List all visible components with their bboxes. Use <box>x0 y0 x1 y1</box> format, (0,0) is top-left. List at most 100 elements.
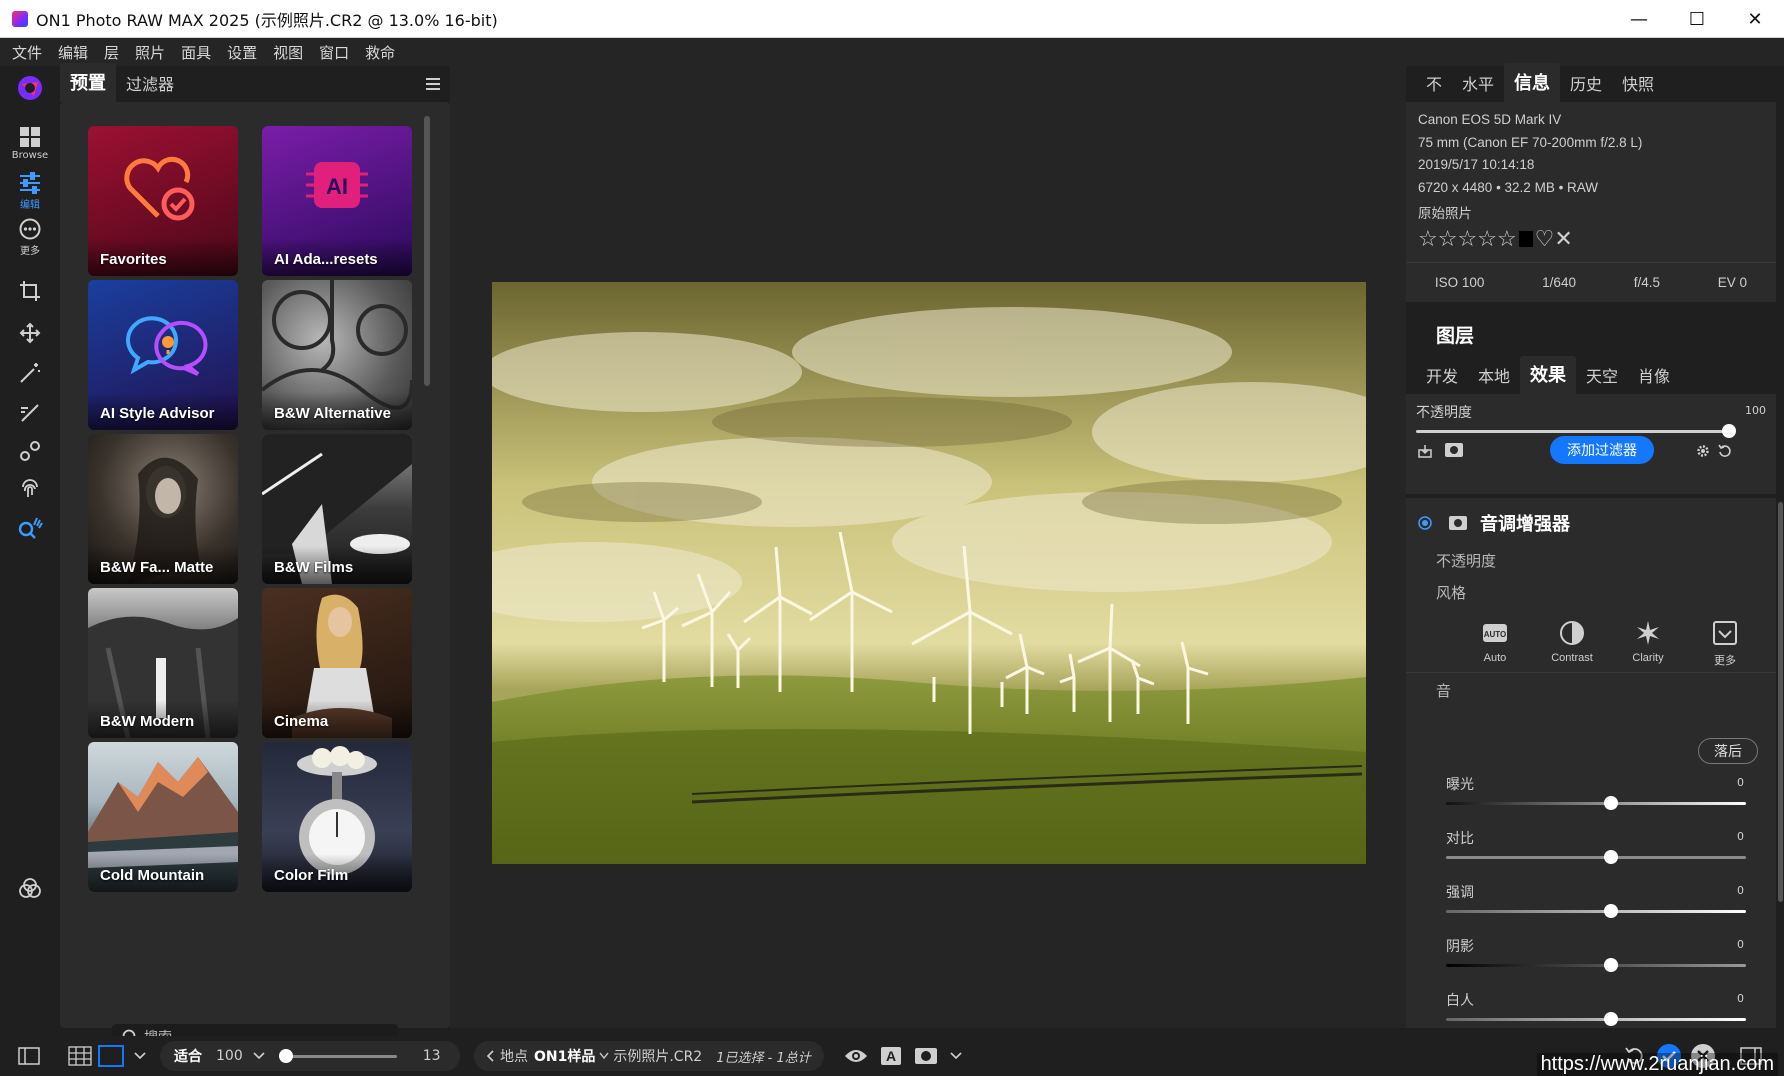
chevron-left-icon[interactable] <box>486 1050 494 1062</box>
gear-icon[interactable] <box>1696 444 1710 458</box>
style-auto-button[interactable]: AUTO Auto <box>1460 618 1530 664</box>
tab-levels[interactable]: 水平 <box>1452 71 1504 102</box>
style-section-label[interactable]: 风格 <box>1436 582 1466 603</box>
edit-tool[interactable]: 编辑 <box>0 172 60 211</box>
highlights-knob[interactable] <box>1604 904 1618 918</box>
preset-cinema[interactable]: Cinema <box>262 588 412 738</box>
preset-favorites[interactable]: Favorites <box>88 126 238 276</box>
menu-settings[interactable]: 设置 <box>227 42 257 63</box>
brush-tool[interactable] <box>0 402 60 424</box>
preset-ai-adaptive[interactable]: AI AI Ada...resets <box>262 126 412 276</box>
photo-preview[interactable] <box>492 282 1366 864</box>
menu-photo[interactable]: 照片 <box>135 42 165 63</box>
tab-filters[interactable]: 过滤器 <box>116 71 184 102</box>
presets-scrollbar[interactable] <box>424 116 430 386</box>
preset-bw-alternative[interactable]: B&W Alternative <box>262 280 412 430</box>
chevron-down-icon[interactable] <box>253 1052 265 1060</box>
mask-view-button[interactable] <box>914 1036 938 1076</box>
fit-button[interactable]: 适合 <box>174 1046 202 1066</box>
tab-snapshots[interactable]: 快照 <box>1612 71 1664 102</box>
reset-icon[interactable] <box>1718 444 1732 458</box>
tab-develop[interactable]: 开发 <box>1416 363 1468 394</box>
filter-enable-toggle[interactable] <box>1418 516 1432 530</box>
thumbnail-size-slider[interactable] <box>278 1049 397 1063</box>
preview-toggle-button[interactable] <box>844 1036 868 1076</box>
portrait-tool[interactable] <box>0 478 60 500</box>
chevron-down-icon[interactable] <box>599 1052 609 1060</box>
view-options-dropdown[interactable] <box>950 1036 962 1076</box>
menu-window[interactable]: 窗口 <box>319 42 349 63</box>
tab-effects[interactable]: 效果 <box>1520 356 1577 394</box>
image-canvas[interactable] <box>450 66 1406 1028</box>
exposure-value[interactable]: 0 <box>1737 776 1744 789</box>
highlights-slider[interactable] <box>1446 910 1746 913</box>
close-button[interactable]: ✕ <box>1726 0 1784 38</box>
preset-bw-modern[interactable]: B&W Modern <box>88 588 238 738</box>
view-mode-dropdown[interactable] <box>134 1036 146 1076</box>
filter-mask-icon[interactable] <box>1448 515 1468 531</box>
star-icon[interactable]: ☆ <box>1438 227 1458 252</box>
preset-ai-style-advisor[interactable]: AI Style Advisor <box>88 280 238 430</box>
preset-cold-mountain[interactable]: Cold Mountain <box>88 742 238 892</box>
reject-icon[interactable]: ✕ <box>1554 227 1572 252</box>
right-panel-scrollbar[interactable] <box>1778 502 1783 902</box>
shadows-value[interactable]: 0 <box>1737 938 1744 951</box>
add-filter-button[interactable]: 添加过滤器 <box>1550 436 1654 464</box>
grid-view-button[interactable] <box>68 1036 92 1076</box>
zoom-value[interactable]: 100 <box>216 1048 243 1064</box>
star-icon[interactable]: ☆ <box>1418 227 1438 252</box>
menu-edit[interactable]: 编辑 <box>58 42 88 63</box>
maximize-button[interactable]: ☐ <box>1668 0 1726 38</box>
whites-slider[interactable] <box>1446 1018 1746 1021</box>
star-icon[interactable]: ☆ <box>1457 227 1477 252</box>
style-more-button[interactable]: 更多 <box>1690 618 1760 668</box>
thumbnail-size-knob[interactable] <box>278 1049 293 1063</box>
menu-layer[interactable]: 层 <box>104 42 119 63</box>
opacity-slider-knob[interactable] <box>1722 424 1736 438</box>
whites-value[interactable]: 0 <box>1737 992 1744 1005</box>
panel-toggle-button[interactable] <box>18 1036 40 1076</box>
star-icon[interactable]: ☆ <box>1477 227 1497 252</box>
color-label-swatch[interactable] <box>1518 231 1533 247</box>
heart-icon[interactable]: ♡ <box>1535 227 1555 252</box>
preset-bw-films[interactable]: B&W Films <box>262 434 412 584</box>
zoom-tool[interactable] <box>0 516 60 540</box>
mask-icon[interactable] <box>1444 442 1464 458</box>
text-overlay-button[interactable]: A <box>880 1036 902 1076</box>
tab-portrait[interactable]: 肖像 <box>1628 363 1680 394</box>
preset-color-film[interactable]: Color Film <box>262 742 412 892</box>
transform-tool[interactable] <box>0 322 60 344</box>
whites-knob[interactable] <box>1604 1012 1618 1026</box>
tone-section-label[interactable]: 音 <box>1436 680 1451 701</box>
star-icon[interactable]: ☆ <box>1497 227 1517 252</box>
menu-help[interactable]: 救命 <box>365 42 395 63</box>
exposure-slider[interactable] <box>1446 802 1746 805</box>
single-view-button[interactable] <box>98 1036 124 1076</box>
after-button[interactable]: 落后 <box>1698 738 1758 764</box>
menu-file[interactable]: 文件 <box>12 42 42 63</box>
contrast-value[interactable]: 0 <box>1737 830 1744 843</box>
style-contrast-button[interactable]: Contrast <box>1537 618 1607 664</box>
tab-sky[interactable]: 天空 <box>1576 363 1628 394</box>
location-name[interactable]: ON1样品 <box>534 1046 595 1066</box>
shadows-slider[interactable] <box>1446 964 1746 967</box>
browse-tool[interactable]: Browse <box>0 126 60 161</box>
layers-tool[interactable] <box>0 876 60 900</box>
tab-local[interactable]: 本地 <box>1468 363 1520 394</box>
tab-history[interactable]: 历史 <box>1560 71 1612 102</box>
filter-opacity-label[interactable]: 不透明度 <box>1436 550 1496 571</box>
menu-view[interactable]: 视图 <box>273 42 303 63</box>
exposure-knob[interactable] <box>1604 796 1618 810</box>
opacity-slider[interactable] <box>1416 430 1728 433</box>
style-clarity-button[interactable]: Clarity <box>1613 618 1683 664</box>
more-tool[interactable]: 更多 <box>0 218 60 257</box>
highlights-value[interactable]: 0 <box>1737 884 1744 897</box>
panel-menu-icon[interactable] <box>426 78 440 90</box>
tab-navigator[interactable]: 不 <box>1416 71 1452 102</box>
crop-tool[interactable] <box>0 280 60 302</box>
preset-bw-fade-matte[interactable]: B&W Fa... Matte <box>88 434 238 584</box>
menu-mask[interactable]: 面具 <box>181 42 211 63</box>
contrast-slider[interactable] <box>1446 856 1746 859</box>
contrast-knob[interactable] <box>1604 850 1618 864</box>
shadows-knob[interactable] <box>1604 958 1618 972</box>
